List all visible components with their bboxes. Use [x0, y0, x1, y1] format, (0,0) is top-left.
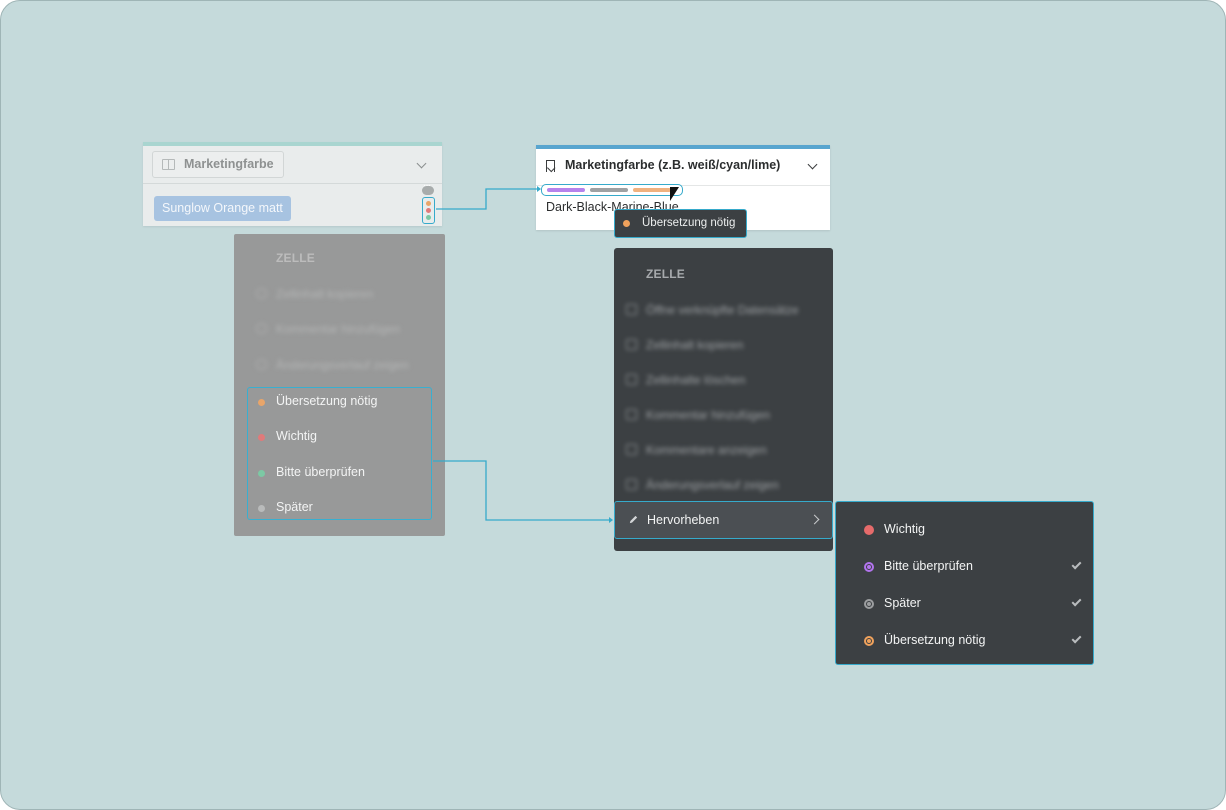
- menu-item-label: Zellinhalt kopieren: [646, 338, 744, 352]
- value-chip[interactable]: Sunglow Orange matt: [154, 196, 291, 221]
- copy-icon: [626, 339, 637, 350]
- menu-item[interactable]: Kommentar hinzufügen: [256, 322, 400, 336]
- menu-section-header: ZELLE: [276, 251, 315, 265]
- submenu-item-bitte-ueberpruefen[interactable]: Bitte überprüfen: [864, 559, 973, 573]
- color-dot-icon: [258, 505, 265, 512]
- option-label: Später: [276, 500, 313, 514]
- arrowhead-icon: [609, 517, 613, 523]
- menu-item-label: Änderungsverlauf zeigen: [276, 358, 409, 372]
- connector-line: [436, 188, 537, 210]
- submenu-item-uebersetzung-noetig[interactable]: Übersetzung nötig: [864, 633, 986, 647]
- menu-item[interactable]: Kommentar hinzufügen: [626, 408, 770, 422]
- tooltip-label: Übersetzung nötig: [642, 217, 736, 229]
- marker-dot: [426, 201, 431, 206]
- marker-tooltip: Übersetzung nötig: [614, 209, 747, 238]
- menu-item-label: Zellinhalte löschen: [646, 373, 746, 387]
- table-icon: [162, 159, 175, 170]
- connector-line: [433, 460, 609, 521]
- field-name-chip[interactable]: Marketingfarbe: [152, 151, 284, 178]
- chat-bubble-icon: [626, 444, 637, 455]
- submenu-item-label: Wichtig: [884, 522, 925, 536]
- option-label: Bitte überprüfen: [276, 465, 365, 479]
- color-dot-icon: [258, 399, 265, 406]
- menu-item-label: Zellinhalt kopieren: [276, 287, 374, 301]
- close-icon: [626, 374, 637, 385]
- marker-bar: [633, 188, 671, 192]
- menu-item-label: Änderungsverlauf zeigen: [646, 478, 779, 492]
- menu-item-label: Kommentar hinzufügen: [276, 322, 401, 336]
- chevron-down-icon[interactable]: [416, 158, 427, 169]
- field-name-label: Marketingfarbe: [184, 157, 274, 171]
- left-field-card: Marketingfarbe Sunglow Orange matt: [143, 142, 442, 226]
- checkmark-icon: [1071, 559, 1082, 570]
- highlight-option[interactable]: Übersetzung nötig: [258, 394, 378, 408]
- menu-item-label: Hervorheben: [647, 513, 720, 527]
- field-title: Marketingfarbe (z.B. weiß/cyan/lime): [565, 158, 781, 172]
- bookmark-icon: [546, 160, 555, 172]
- marker-dot: [426, 208, 431, 213]
- menu-item-highlight[interactable]: Hervorheben: [614, 501, 833, 539]
- marker-bar: [590, 188, 628, 192]
- left-card-header: Marketingfarbe: [143, 146, 442, 184]
- menu-item[interactable]: Öffne verknüpfte Datensätze: [626, 303, 799, 317]
- color-dot-icon: [258, 434, 265, 441]
- menu-item-label: Öffne verknüpfte Datensätze: [646, 303, 799, 317]
- mouse-cursor-icon: [670, 187, 679, 201]
- history-icon: [256, 359, 267, 370]
- highlight-option[interactable]: Bitte überprüfen: [258, 465, 365, 479]
- color-dot-icon: [864, 525, 874, 535]
- menu-item-label: Kommentar hinzufügen: [646, 408, 771, 422]
- highlight-markers[interactable]: [422, 197, 435, 224]
- color-ring-icon: [864, 599, 874, 609]
- menu-item[interactable]: Zellinhalt kopieren: [256, 287, 373, 301]
- highlight-marker-bars[interactable]: [541, 184, 683, 196]
- submenu-item-label: Übersetzung nötig: [884, 633, 986, 647]
- menu-item[interactable]: Zellinhalte löschen: [626, 373, 745, 387]
- menu-item-label: Kommentare anzeigen: [646, 443, 767, 457]
- option-label: Übersetzung nötig: [276, 394, 378, 408]
- submenu-item-spaeter[interactable]: Später: [864, 596, 921, 610]
- checkmark-icon: [1071, 633, 1082, 644]
- marker-bar: [547, 188, 585, 192]
- copy-icon: [256, 288, 267, 299]
- chevron-down-icon[interactable]: [807, 159, 818, 170]
- color-ring-icon: [864, 636, 874, 646]
- highlight-submenu: Wichtig Bitte überprüfen Später Übersetz…: [835, 501, 1094, 665]
- menu-item[interactable]: Kommentare anzeigen: [626, 443, 767, 457]
- chevron-right-icon: [809, 514, 820, 525]
- right-card-header: Marketingfarbe (z.B. weiß/cyan/lime): [536, 149, 830, 186]
- comment-icon: [256, 323, 267, 334]
- canvas: Marketingfarbe Sunglow Orange matt ZELLE…: [0, 0, 1226, 810]
- highlight-option[interactable]: Wichtig: [258, 429, 317, 443]
- menu-section-header: ZELLE: [646, 267, 685, 281]
- color-ring-icon: [864, 562, 874, 572]
- highlight-option[interactable]: Später: [258, 500, 313, 514]
- menu-item[interactable]: Zellinhalt kopieren: [626, 338, 743, 352]
- submenu-item-wichtig[interactable]: Wichtig: [864, 522, 925, 536]
- color-dot-icon: [623, 220, 630, 227]
- option-label: Wichtig: [276, 429, 317, 443]
- comment-icon: [626, 409, 637, 420]
- history-icon: [626, 479, 637, 490]
- submenu-item-label: Später: [884, 596, 921, 610]
- menu-item[interactable]: Änderungsverlauf zeigen: [626, 478, 779, 492]
- comment-icon[interactable]: [422, 180, 434, 195]
- menu-item[interactable]: Änderungsverlauf zeigen: [256, 358, 409, 372]
- pencil-icon: [629, 515, 638, 524]
- external-link-icon: [626, 304, 637, 315]
- submenu-item-label: Bitte überprüfen: [884, 559, 973, 573]
- marker-dot: [426, 215, 431, 220]
- checkmark-icon: [1071, 596, 1082, 607]
- color-dot-icon: [258, 470, 265, 477]
